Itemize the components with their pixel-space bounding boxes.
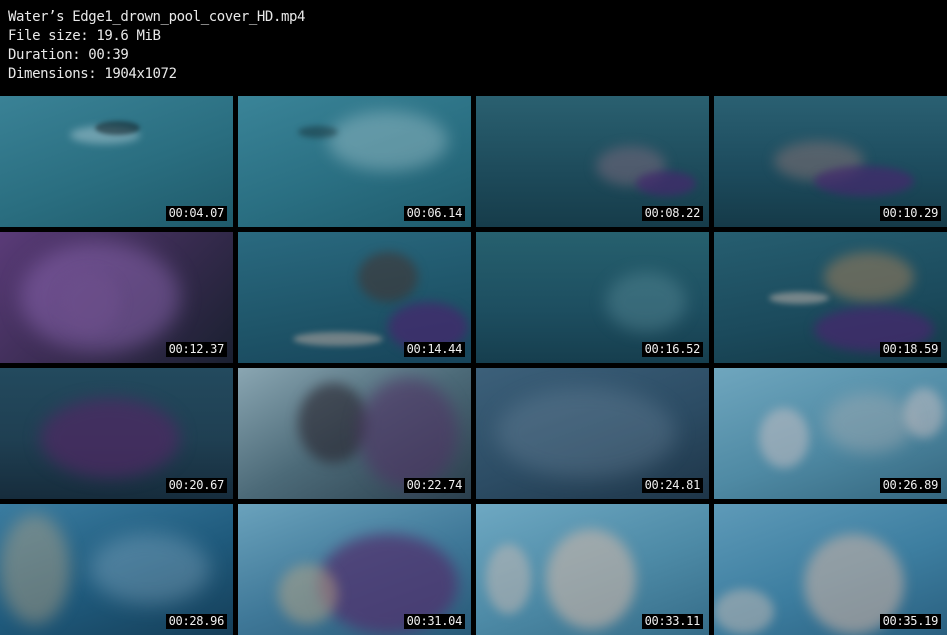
thumbnail[interactable]: 00:14.44 <box>238 232 471 363</box>
timestamp: 00:33.11 <box>641 614 703 629</box>
timestamp: 00:28.96 <box>165 614 227 629</box>
timestamp: 00:04.07 <box>165 206 227 221</box>
thumbnail[interactable]: 00:18.59 <box>714 232 947 363</box>
timestamp: 00:16.52 <box>641 342 703 357</box>
timestamp: 00:18.59 <box>879 342 941 357</box>
thumbnail[interactable]: 00:12.37 <box>0 232 233 363</box>
thumbnail[interactable]: 00:31.04 <box>238 504 471 635</box>
thumbnail[interactable]: 00:24.81 <box>476 368 709 499</box>
thumbnail[interactable]: 00:22.74 <box>238 368 471 499</box>
thumbnail[interactable]: 00:08.22 <box>476 96 709 227</box>
timestamp: 00:24.81 <box>641 478 703 493</box>
thumbnail[interactable]: 00:10.29 <box>714 96 947 227</box>
thumbnail[interactable]: 00:16.52 <box>476 232 709 363</box>
timestamp: 00:26.89 <box>879 478 941 493</box>
thumbnail[interactable]: 00:33.11 <box>476 504 709 635</box>
thumbnail[interactable]: 00:35.19 <box>714 504 947 635</box>
thumbnail[interactable]: 00:28.96 <box>0 504 233 635</box>
timestamp: 00:35.19 <box>879 614 941 629</box>
timestamp: 00:14.44 <box>403 342 465 357</box>
thumbnail[interactable]: 00:20.67 <box>0 368 233 499</box>
timestamp: 00:06.14 <box>403 206 465 221</box>
thumbnail[interactable]: 00:06.14 <box>238 96 471 227</box>
thumbnail-grid: 00:04.07 00:06.14 00:08.22 00:10.29 00:1… <box>0 96 947 635</box>
timestamp: 00:31.04 <box>403 614 465 629</box>
file-info-header: Water’s Edge1_drown_pool_cover_HD.mp4 Fi… <box>8 8 938 92</box>
timestamp: 00:08.22 <box>641 206 703 221</box>
file-name: Water’s Edge1_drown_pool_cover_HD.mp4 <box>8 9 306 25</box>
timestamp: 00:12.37 <box>165 342 227 357</box>
thumbnail[interactable]: 00:04.07 <box>0 96 233 227</box>
timestamp: 00:20.67 <box>165 478 227 493</box>
dimensions: Dimensions: 1904x1072 <box>8 66 177 82</box>
thumbnail[interactable]: 00:26.89 <box>714 368 947 499</box>
timestamp: 00:22.74 <box>403 478 465 493</box>
duration: Duration: 00:39 <box>8 47 129 63</box>
timestamp: 00:10.29 <box>879 206 941 221</box>
file-size: File size: 19.6 MiB <box>8 28 161 44</box>
